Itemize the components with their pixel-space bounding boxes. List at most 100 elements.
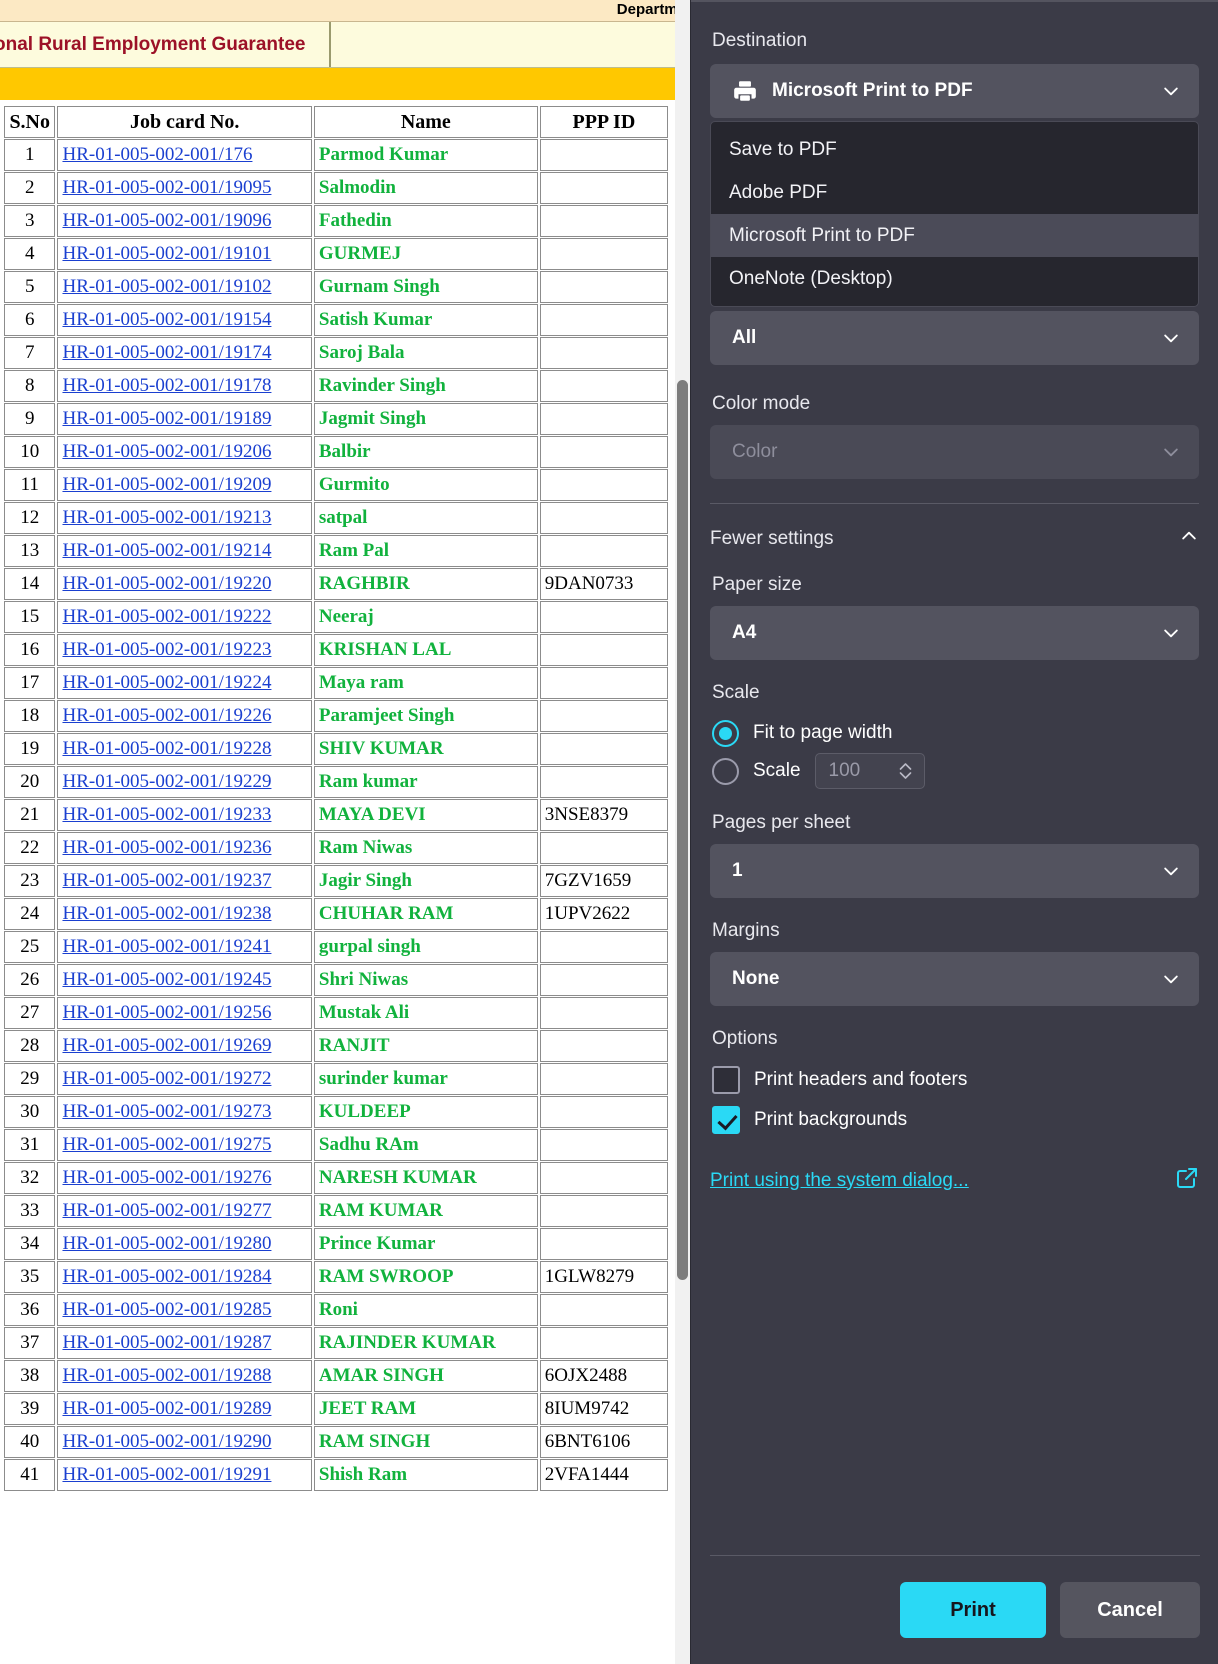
print-headers-footers-option[interactable]: Print headers and footers bbox=[712, 1060, 1199, 1100]
jobcard-link[interactable]: HR-01-005-002-001/19226 bbox=[62, 705, 271, 726]
cell-jobcard: HR-01-005-002-001/19269 bbox=[57, 1030, 312, 1062]
yellow-separator-band bbox=[0, 68, 690, 102]
jobcard-link[interactable]: HR-01-005-002-001/19189 bbox=[62, 408, 271, 429]
jobcard-link[interactable]: HR-01-005-002-001/19213 bbox=[62, 507, 271, 528]
jobcard-link[interactable]: HR-01-005-002-001/19288 bbox=[62, 1365, 271, 1386]
cell-name: surinder kumar bbox=[313, 1063, 538, 1095]
system-dialog-link[interactable]: Print using the system dialog... bbox=[710, 1170, 969, 1192]
scale-fit-option[interactable]: Fit to page width bbox=[712, 714, 1199, 752]
print-backgrounds-option[interactable]: Print backgrounds bbox=[712, 1100, 1199, 1140]
jobcard-link[interactable]: HR-01-005-002-001/19238 bbox=[62, 903, 271, 924]
table-row: 18 HR-01-005-002-001/19226 Paramjeet Singh bbox=[4, 700, 668, 732]
jobcard-link[interactable]: HR-01-005-002-001/19095 bbox=[62, 177, 271, 198]
paper-size-select[interactable]: A4 bbox=[710, 606, 1199, 660]
jobcard-link[interactable]: HR-01-005-002-001/19272 bbox=[62, 1068, 271, 1089]
stepper-arrows-icon[interactable] bbox=[899, 763, 912, 779]
checkbox-backgrounds[interactable] bbox=[712, 1106, 740, 1134]
jobcard-link[interactable]: HR-01-005-002-001/19290 bbox=[62, 1431, 271, 1452]
jobcard-link[interactable]: HR-01-005-002-001/19214 bbox=[62, 540, 271, 561]
scale-value: 100 bbox=[828, 760, 861, 781]
table-row: 7 HR-01-005-002-001/19174 Saroj Bala bbox=[4, 337, 668, 369]
cell-name: Neeraj bbox=[313, 601, 538, 633]
destination-option[interactable]: OneNote (Desktop) bbox=[711, 257, 1198, 300]
destination-dropdown-menu[interactable]: Save to PDF Adobe PDF Microsoft Print to P… bbox=[710, 121, 1199, 307]
destination-option[interactable]: Adobe PDF bbox=[711, 171, 1198, 214]
jobcard-link[interactable]: HR-01-005-002-001/19280 bbox=[62, 1233, 271, 1254]
jobcard-link[interactable]: HR-01-005-002-001/19284 bbox=[62, 1266, 271, 1287]
jobcard-link[interactable]: HR-01-005-002-001/176 bbox=[62, 144, 252, 165]
jobcard-link[interactable]: HR-01-005-002-001/19102 bbox=[62, 276, 271, 297]
cancel-button[interactable]: Cancel bbox=[1060, 1582, 1200, 1638]
cell-jobcard: HR-01-005-002-001/19241 bbox=[57, 931, 312, 963]
pages-select[interactable]: All bbox=[710, 311, 1199, 365]
jobcard-link[interactable]: HR-01-005-002-001/19206 bbox=[62, 441, 271, 462]
jobcard-link[interactable]: HR-01-005-002-001/19178 bbox=[62, 375, 271, 396]
jobcard-link[interactable]: HR-01-005-002-001/19228 bbox=[62, 738, 271, 759]
jobcard-link[interactable]: HR-01-005-002-001/19291 bbox=[62, 1464, 271, 1485]
jobcard-link[interactable]: HR-01-005-002-001/19289 bbox=[62, 1398, 271, 1419]
scale-custom-option[interactable]: Scale 100 bbox=[712, 752, 1199, 790]
cell-sno: 27 bbox=[4, 997, 56, 1029]
jobcard-link[interactable]: HR-01-005-002-001/19233 bbox=[62, 804, 271, 825]
page-scrollbar[interactable] bbox=[675, 0, 690, 1664]
jobcard-link[interactable]: HR-01-005-002-001/19223 bbox=[62, 639, 271, 660]
radio-custom-scale[interactable] bbox=[712, 757, 739, 785]
jobcard-link[interactable]: HR-01-005-002-001/19277 bbox=[62, 1200, 271, 1221]
jobcard-link[interactable]: HR-01-005-002-001/19154 bbox=[62, 309, 271, 330]
cell-jobcard: HR-01-005-002-001/19220 bbox=[57, 568, 312, 600]
external-link-icon[interactable] bbox=[1175, 1166, 1199, 1195]
jobcard-link[interactable]: HR-01-005-002-001/19209 bbox=[62, 474, 271, 495]
chevron-down-icon bbox=[1161, 623, 1181, 643]
jobcard-link[interactable]: HR-01-005-002-001/19174 bbox=[62, 342, 271, 363]
cell-pppid bbox=[539, 1294, 668, 1326]
jobcard-link[interactable]: HR-01-005-002-001/19273 bbox=[62, 1101, 271, 1122]
jobcard-link[interactable]: HR-01-005-002-001/19276 bbox=[62, 1167, 271, 1188]
cell-jobcard: HR-01-005-002-001/19102 bbox=[57, 271, 312, 303]
jobcard-link[interactable]: HR-01-005-002-001/19236 bbox=[62, 837, 271, 858]
footer-divider bbox=[710, 1555, 1200, 1556]
pages-per-sheet-select[interactable]: 1 bbox=[710, 844, 1199, 898]
jobcard-link[interactable]: HR-01-005-002-001/19220 bbox=[62, 573, 271, 594]
table-row: 11 HR-01-005-002-001/19209 Gurmito bbox=[4, 469, 668, 501]
cell-jobcard: HR-01-005-002-001/19224 bbox=[57, 667, 312, 699]
jobcard-link[interactable]: HR-01-005-002-001/19229 bbox=[62, 771, 271, 792]
color-mode-select[interactable]: Color bbox=[710, 425, 1199, 479]
jobcard-link[interactable]: HR-01-005-002-001/19287 bbox=[62, 1332, 271, 1353]
scale-value-stepper[interactable]: 100 bbox=[814, 753, 925, 789]
cell-sno: 3 bbox=[4, 205, 56, 237]
cell-jobcard: HR-01-005-002-001/19275 bbox=[57, 1129, 312, 1161]
jobcard-link[interactable]: HR-01-005-002-001/19241 bbox=[62, 936, 271, 957]
jobcard-link[interactable]: HR-01-005-002-001/19101 bbox=[62, 243, 271, 264]
jobcard-link[interactable]: HR-01-005-002-001/19275 bbox=[62, 1134, 271, 1155]
jobcard-link[interactable]: HR-01-005-002-001/19237 bbox=[62, 870, 271, 891]
checkbox-headers-footers[interactable] bbox=[712, 1066, 740, 1094]
jobcard-link[interactable]: HR-01-005-002-001/19224 bbox=[62, 672, 271, 693]
cell-jobcard: HR-01-005-002-001/19289 bbox=[57, 1393, 312, 1425]
jobcard-link[interactable]: HR-01-005-002-001/19285 bbox=[62, 1299, 271, 1320]
jobcard-link[interactable]: HR-01-005-002-001/19269 bbox=[62, 1035, 271, 1056]
print-button[interactable]: Print bbox=[900, 1582, 1046, 1638]
destination-option[interactable]: Microsoft Print to PDF bbox=[711, 214, 1198, 257]
cell-sno: 32 bbox=[4, 1162, 56, 1194]
cell-jobcard: HR-01-005-002-001/19285 bbox=[57, 1294, 312, 1326]
paper-size-label: Paper size bbox=[712, 574, 802, 595]
cell-name: RAM SWROOP bbox=[313, 1261, 538, 1293]
page-scrollbar-thumb[interactable] bbox=[677, 380, 688, 1280]
jobcard-link[interactable]: HR-01-005-002-001/19096 bbox=[62, 210, 271, 231]
table-row: 39 HR-01-005-002-001/19289 JEET RAM 8IUM974… bbox=[4, 1393, 668, 1425]
jobcard-link[interactable]: HR-01-005-002-001/19222 bbox=[62, 606, 271, 627]
radio-fit-to-page-width[interactable] bbox=[712, 719, 739, 747]
destination-select[interactable]: Microsoft Print to PDF bbox=[710, 64, 1199, 118]
jobcard-link[interactable]: HR-01-005-002-001/19256 bbox=[62, 1002, 271, 1023]
destination-option[interactable]: Save to PDF bbox=[711, 128, 1198, 171]
cell-name: NARESH KUMAR bbox=[313, 1162, 538, 1194]
jobcard-link[interactable]: HR-01-005-002-001/19245 bbox=[62, 969, 271, 990]
cell-name: GURMEJ bbox=[313, 238, 538, 270]
table-row: 31 HR-01-005-002-001/19275 Sadhu RAm bbox=[4, 1129, 668, 1161]
margins-select[interactable]: None bbox=[710, 952, 1199, 1006]
fewer-settings-toggle[interactable]: Fewer settings bbox=[710, 526, 1199, 552]
cell-name: Sadhu RAm bbox=[313, 1129, 538, 1161]
cell-pppid bbox=[539, 1030, 668, 1062]
system-dialog-row[interactable]: Print using the system dialog... bbox=[710, 1166, 1199, 1195]
cell-pppid: 3NSE8379 bbox=[539, 799, 668, 831]
